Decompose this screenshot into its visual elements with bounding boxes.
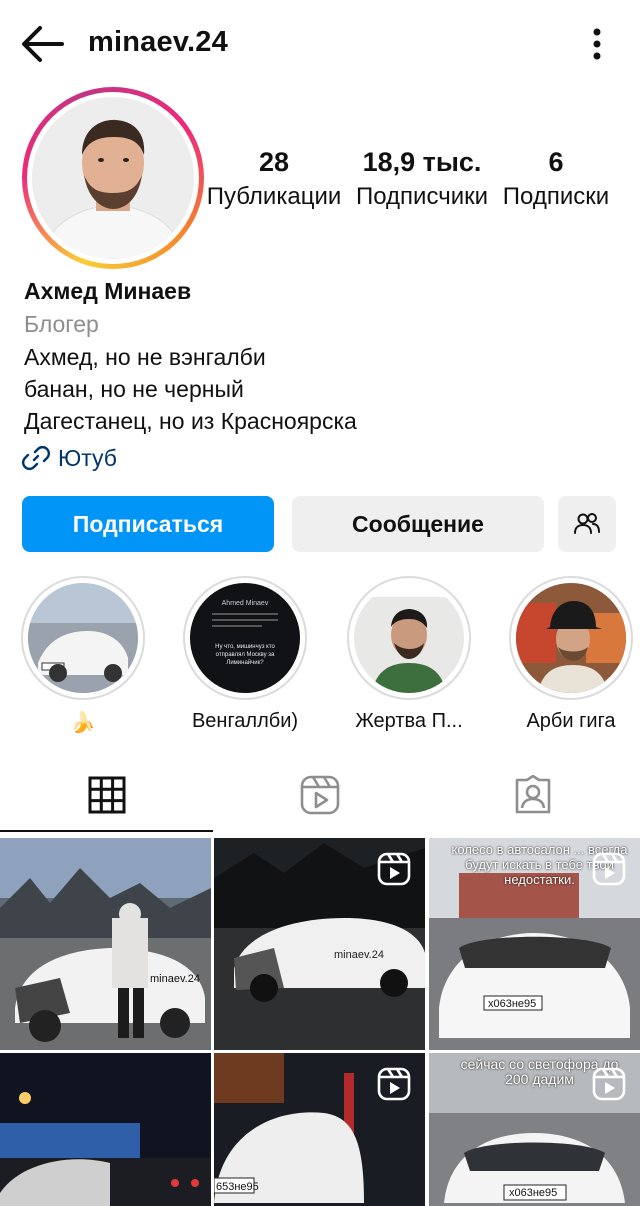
following-count[interactable]: 6 Подписки [498,146,614,214]
highlight-caption-text: Ну что, мишинчуз кто отправлял Москву за… [215,644,275,666]
add-people-icon [574,513,600,534]
profile-link[interactable]: Ютуб [22,444,117,472]
tab-tagged[interactable] [426,756,639,834]
post-thumbnail[interactable]: х063не95 сейчас со светофора до 200 дади… [429,1053,640,1206]
highlight-label: 🍌 [70,712,96,734]
active-tab-indicator [0,830,213,832]
post-plate: х063не95 [488,998,536,1010]
posts-count[interactable]: 28 Публикации [204,146,344,214]
highlight-cover [28,583,138,693]
stat-value: 6 [548,147,564,177]
post-thumbnail[interactable]: minaev.24 [214,838,425,1050]
highlight-item[interactable]: Ahmed Minaev Ну что, мишинчуз кто отправ… [182,576,308,733]
highlight-label: Венгаллби) [191,710,299,732]
profile-category: Блогер [24,311,99,337]
reels-icon [592,852,626,886]
followers-count[interactable]: 18,9 тыс. Подписчики [350,146,494,214]
post-thumbnail[interactable]: 653не95 [214,1053,425,1206]
arrow-left-icon[interactable] [18,22,66,66]
highlight-item[interactable]: Жертва П... [346,576,472,733]
bio-line: банан, но не черный [24,376,244,402]
highlight-cover [354,583,464,693]
post-plate: 653не95 [216,1181,259,1193]
link-icon [22,445,50,471]
stat-label: Подписчики [355,183,489,210]
highlight-name-text: Ahmed Minaev [222,600,269,607]
post-watermark: minaev.24 [150,973,200,985]
stat-value: 18,9 тыс. [362,147,482,177]
more-vertical-icon[interactable] [584,24,610,64]
profile-tabs [0,756,640,834]
follow-button[interactable]: Подписаться [22,496,274,552]
post-thumbnail[interactable]: х063не95 колесо в автосалон ... всегда б… [429,838,640,1050]
reels-icon [592,1067,626,1101]
stat-label: Подписки [502,183,610,210]
post-thumbnail[interactable]: minaev.24 [0,838,211,1050]
tagged-icon [515,775,550,814]
tab-reels[interactable] [213,756,426,834]
highlight-cover: Ahmed Minaev Ну что, мишинчуз кто отправ… [190,583,300,693]
grid-icon [88,776,125,814]
post-plate: х063не95 [509,1187,557,1199]
post-thumbnail[interactable] [0,1053,211,1206]
link-label: Ютуб [58,444,117,471]
reels-icon [377,1067,411,1101]
highlight-item[interactable]: Арби гига [508,576,634,733]
suggested-accounts-button[interactable] [558,496,616,552]
bio-line: Ахмед, но не вэнгалби [24,344,266,370]
profile-name: Ахмед Минаев [24,278,192,304]
tab-posts[interactable] [0,756,213,834]
bio-line: Дагестанец, но из Красноярска [24,408,357,434]
reels-icon [377,852,411,886]
stat-label: Публикации [206,183,342,210]
avatar [32,97,194,259]
message-button[interactable]: Сообщение [292,496,544,552]
top-bar: minaev.24 [0,0,640,88]
post-watermark: minaev.24 [334,949,384,961]
highlight-label: Арби гига [526,710,616,732]
reels-icon [300,775,339,815]
profile-bio: Ахмед, но не вэнгалби банан, но не черны… [24,341,357,437]
story-ring[interactable] [22,87,204,269]
highlight-cover [516,583,626,693]
highlight-item[interactable]: 🍌 [20,576,146,735]
stat-value: 28 [258,147,290,177]
profile-username: minaev.24 [88,26,228,58]
highlight-label: Жертва П... [355,710,463,732]
